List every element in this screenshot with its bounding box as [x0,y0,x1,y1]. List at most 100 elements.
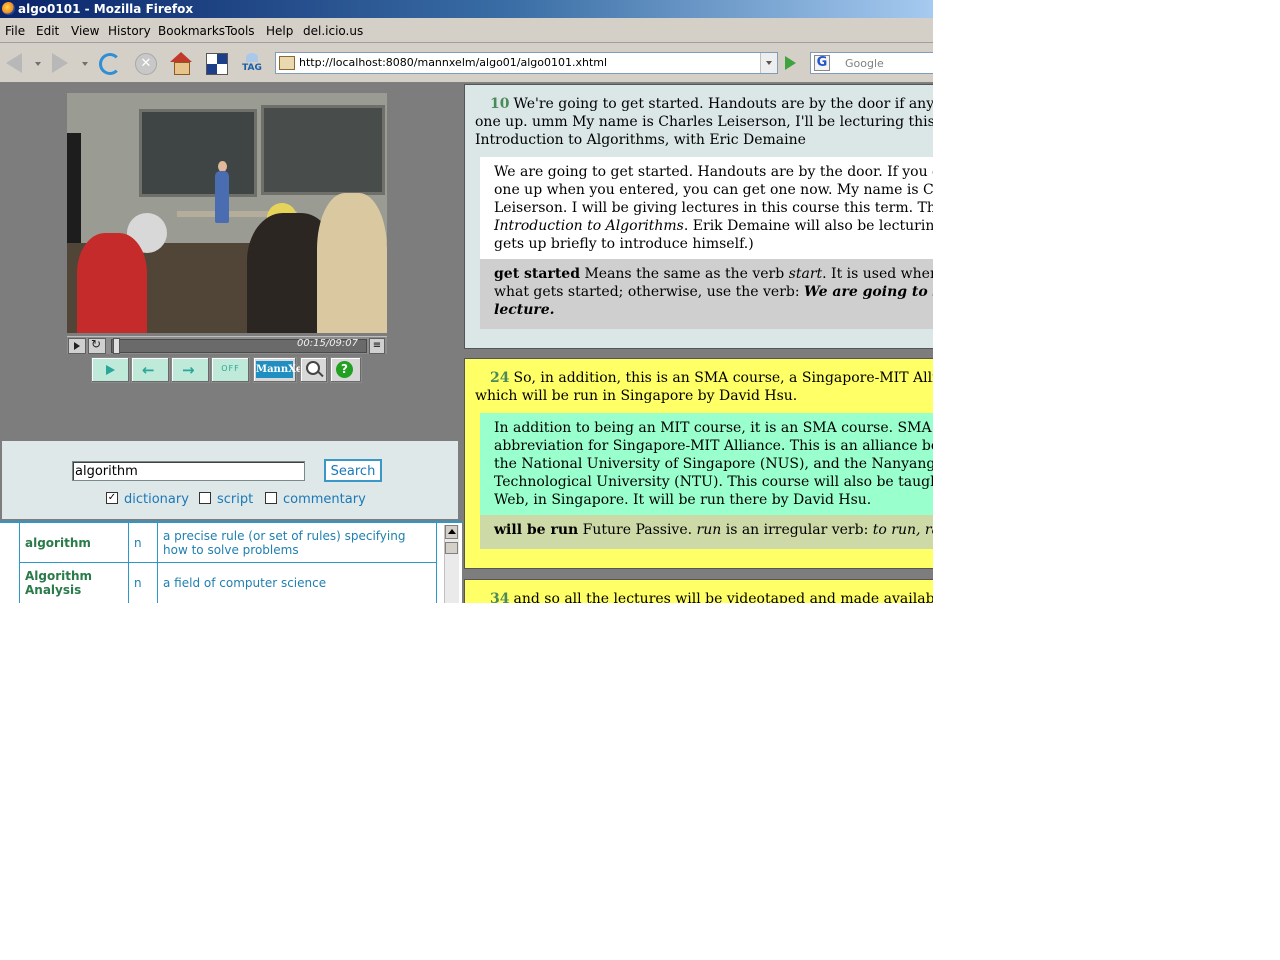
dictionary-label: dictionary [124,492,189,507]
off-label: OFF [221,364,240,373]
table-row[interactable]: Algorithm Analysis n a field of computer… [19,562,437,603]
menu-file[interactable]: File [5,24,25,38]
transcript-entry[interactable]: 34 and so all the lectures will be videot… [464,579,933,603]
commentary-label: commentary [283,492,366,507]
result-definition: a precise rule (or set of rules) specify… [157,523,437,563]
zoom-button[interactable] [300,357,328,383]
reload-icon [99,53,121,75]
option-dictionary[interactable]: ✓ dictionary [106,492,189,507]
menu-delicious[interactable]: del.icio.us [303,24,363,38]
home-button[interactable] [169,51,193,75]
forward-arrow-icon [52,53,68,73]
definition-line: how to solve problems [163,542,299,557]
mannxelm-logo: MannXelm [256,361,317,378]
transcript-edited: In addition to being an MIT course, it i… [480,413,933,515]
note-italic: run [696,522,722,538]
result-word[interactable]: algorithm [19,523,129,563]
url-history-dropdown-icon[interactable] [760,53,777,73]
results-table: algorithm n a precise rule (or set of ru… [19,523,437,603]
transcript-entry[interactable]: 24 So, in addition, this is an SMA course… [464,358,933,569]
script-label: script [217,492,254,507]
option-script[interactable]: script [199,492,253,507]
transcript-entry[interactable]: 10 We're going to get started. Handouts a… [464,84,933,349]
back-dropdown-icon[interactable] [35,62,41,66]
table-row[interactable]: algorithm n a precise rule (or set of ru… [19,523,437,563]
tag-button[interactable]: TAG [240,51,264,75]
dictionary-checkbox[interactable]: ✓ [106,492,118,504]
help-icon: ? [336,361,353,378]
note-text: is an irregular verb: [721,522,873,538]
search-input[interactable]: algorithm [72,461,305,481]
grid-button[interactable] [204,51,228,75]
forward-dropdown-icon[interactable] [82,62,88,66]
search-engine-box[interactable]: G Google [810,52,933,74]
results-scrollbar[interactable] [444,525,459,603]
note-text: what gets started; otherwise, use the ve… [494,284,805,300]
text-line: We are going to get started. Handouts ar… [494,164,933,180]
mannxelm-logo-button[interactable]: MannXelm [253,357,317,383]
menu-tools[interactable]: Tools [225,24,255,38]
menu-bookmarks[interactable]: Bookmarks [158,24,225,38]
magnifier-icon [306,361,320,375]
arrow-right-icon: → [182,361,195,379]
text-line: gets up briefly to introduce himself.) [494,236,754,252]
note-term: get started [494,266,580,282]
menu-view[interactable]: View [71,24,99,38]
tag-icon: TAG [240,51,264,75]
script-checkbox[interactable] [199,492,211,504]
text-line: one up when you entered, you can get one… [494,182,933,198]
menu-edit[interactable]: Edit [36,24,59,38]
address-bar[interactable]: http://localhost:8080/mannxelm/algo01/al… [275,52,778,74]
previous-button[interactable]: ← [131,357,170,383]
text-line: Web, in Singapore. It will be run there … [494,492,872,508]
line-number: 24 [490,370,510,386]
note-example: lecture. [494,302,555,318]
commentary-checkbox[interactable] [265,492,277,504]
result-pos: n [128,562,158,603]
note-text: Means the same as the verb [580,266,789,282]
transcript-original: 34 and so all the lectures will be videot… [465,580,933,603]
book-title: Introduction to Algorithms [494,218,684,234]
video-time: 00:15/09:07 [297,338,359,349]
word-line: Analysis [25,583,82,597]
result-definition: a field of computer science [157,562,437,603]
menu-icon[interactable]: ≡ [369,338,385,354]
text-line: Introduction to Algorithms, with Eric De… [475,132,806,148]
reload-button[interactable] [97,51,121,75]
transcript-edited: We are going to get started. Handouts ar… [480,157,933,259]
play-segment-button[interactable] [91,357,130,383]
text-line: In addition to being an MIT course, it i… [494,420,933,436]
text-line: . Erik Demaine will also be lecturing. (… [683,218,933,234]
menu-history[interactable]: History [108,24,151,38]
loop-icon[interactable] [88,337,106,354]
help-button[interactable]: ? [330,357,362,383]
scroll-up-icon[interactable] [445,525,458,539]
note-text: Future Passive. [578,522,697,538]
text-line: which will be run in Singapore by David … [475,388,798,404]
text-line: and so all the lectures will be videotap… [513,591,933,603]
url-text: http://localhost:8080/mannxelm/algo01/al… [299,56,608,69]
seek-thumb[interactable] [113,338,120,354]
note-example: We are going to start the [804,284,933,300]
stop-icon: ✕ [135,53,157,75]
title-bar: algo0101 - Mozilla Firefox [0,0,933,18]
play-icon[interactable] [68,338,86,354]
line-number: 34 [490,591,510,603]
text-line: So, in addition, this is an SMA course, … [513,370,933,386]
search-button[interactable]: Search [324,459,382,482]
back-button[interactable] [2,51,26,75]
text-line: abbreviation for Singapore-MIT Alliance.… [494,438,933,454]
next-button[interactable]: → [171,357,210,383]
google-icon[interactable]: G [814,55,830,71]
go-button[interactable] [779,53,801,73]
stop-button[interactable]: ✕ [133,51,157,75]
forward-button[interactable] [48,51,72,75]
page-favicon [279,56,295,70]
lecture-video[interactable] [67,93,387,333]
option-commentary[interactable]: commentary [265,492,366,507]
result-word[interactable]: Algorithm Analysis [19,562,129,603]
firefox-icon [2,2,15,15]
off-button[interactable]: OFF [211,357,250,383]
menu-help[interactable]: Help [266,24,293,38]
scroll-thumb[interactable] [445,542,458,554]
